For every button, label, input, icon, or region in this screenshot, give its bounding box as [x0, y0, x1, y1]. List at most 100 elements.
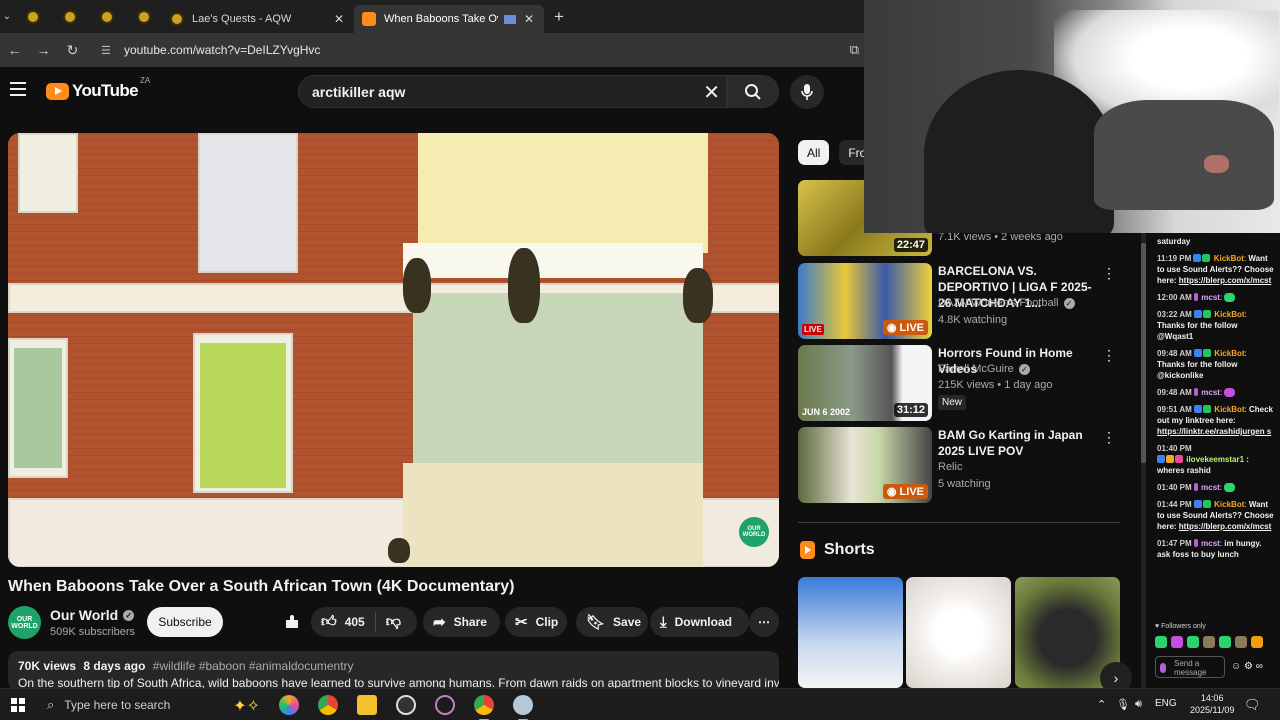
clear-search-icon[interactable]: ✕	[703, 80, 720, 105]
search-button[interactable]	[727, 75, 779, 108]
chat-input-placeholder: Send a message	[1174, 659, 1207, 677]
like-count[interactable]: 405	[345, 615, 365, 629]
pinned-tab[interactable]	[51, 0, 88, 33]
popout-icon[interactable]: ∞	[1256, 661, 1263, 672]
pinned-tab[interactable]	[125, 0, 162, 33]
share-button[interactable]: ➦ Share	[423, 607, 500, 637]
clip-button[interactable]: ✂ Clip	[505, 607, 567, 637]
media-playing-icon[interactable]	[504, 14, 516, 24]
save-button[interactable]: 🔖︎ Save	[576, 607, 648, 637]
new-tab-button[interactable]: +	[544, 7, 574, 27]
message-user[interactable]: KickBot	[1214, 254, 1244, 263]
more-options-icon[interactable]: ⋮	[1102, 265, 1116, 282]
youtube-logo[interactable]: YouTube ZA	[46, 76, 150, 101]
video-thumbnail[interactable]: JUN 6 2002 31:12	[798, 345, 932, 421]
message-user[interactable]: mcst	[1201, 293, 1220, 302]
emote-icon[interactable]	[1251, 636, 1263, 648]
chat-scrollbar[interactable]	[1141, 233, 1146, 688]
show-hidden-icons[interactable]: ⌃	[1097, 698, 1106, 711]
message-user[interactable]: KickBot	[1214, 310, 1244, 319]
channel-avatar[interactable]: OUR WORLD	[8, 606, 41, 639]
search-input[interactable]: arctikiller aqw ✕	[298, 75, 727, 108]
tab-quests[interactable]: Lae's Quests - AQW ✕	[162, 5, 354, 33]
emote-icon[interactable]	[1203, 636, 1215, 648]
message-user[interactable]: KickBot	[1214, 500, 1244, 509]
chip-all[interactable]: All	[798, 140, 830, 165]
short-thumbnail[interactable]	[906, 577, 1011, 688]
forward-icon[interactable]: →	[29, 42, 58, 58]
volume-icon[interactable]: 🔊︎	[1135, 698, 1142, 711]
emote-icon[interactable]	[1219, 636, 1231, 648]
short-thumbnail[interactable]	[798, 577, 903, 688]
emote-icon[interactable]	[1171, 636, 1183, 648]
message-user[interactable]: mcst	[1201, 539, 1220, 548]
bookmark-icon: 🔖︎	[586, 614, 606, 631]
menu-icon[interactable]	[10, 82, 26, 96]
message-user[interactable]: KickBot	[1214, 405, 1244, 414]
description-box[interactable]: 70K views 8 days ago #wildlife #baboon #…	[8, 651, 779, 691]
channel-name[interactable]: DAZN Women's Football ✓	[938, 297, 1075, 309]
settings-icon[interactable]: ⚙	[1244, 661, 1253, 672]
tab-close-icon[interactable]: ✕	[332, 12, 346, 26]
pinned-tab[interactable]	[88, 0, 125, 33]
taskbar-search-input[interactable]: ⌕ Type here to search ✦✧	[38, 693, 260, 717]
dislike-icon[interactable]: 👎︎	[386, 613, 401, 631]
more-actions-button[interactable]: ⋯	[749, 607, 779, 637]
channel-watermark[interactable]: OUR WORLD	[739, 517, 769, 547]
chrome-app-icon[interactable]	[318, 695, 338, 715]
emoji-icon[interactable]: ☺	[1231, 661, 1241, 672]
download-button[interactable]: ⤓ Download	[650, 607, 749, 637]
url-field[interactable]: ☰ youtube.com/watch?v=DeILZYvgHvc ⧉	[93, 37, 863, 63]
subscribe-button[interactable]: Subscribe	[147, 607, 223, 637]
message-time: 01:47 PM	[1157, 539, 1192, 548]
video-thumbnail[interactable]: LIVE ◉ LIVE	[798, 263, 932, 339]
file-explorer-icon[interactable]	[357, 695, 377, 715]
message-user[interactable]: ilovekeemstar1	[1186, 455, 1244, 464]
language-indicator[interactable]: ENG	[1155, 698, 1177, 709]
reload-icon[interactable]: ↻	[58, 42, 87, 59]
obs-app-icon[interactable]	[396, 695, 416, 715]
back-icon[interactable]: ←	[0, 42, 29, 58]
emote-icon[interactable]	[1155, 636, 1167, 648]
video-thumbnail[interactable]: ◉ LIVE	[798, 427, 932, 503]
video-player[interactable]: OUR WORLD	[8, 133, 779, 567]
message-link[interactable]: https://blerp.com/x/mcst	[1179, 276, 1271, 285]
join-icon[interactable]	[283, 607, 303, 637]
photos-app-icon[interactable]	[279, 695, 299, 715]
more-options-icon[interactable]: ⋮	[1102, 429, 1116, 446]
message-time: 11:19 PM	[1157, 254, 1192, 263]
more-options-icon[interactable]: ⋮	[1102, 347, 1116, 364]
like-icon[interactable]: 👍︎	[321, 613, 337, 631]
pinned-tab[interactable]	[14, 0, 51, 33]
emote-icon[interactable]	[1235, 636, 1247, 648]
recommendation-item[interactable]: ◉ LIVE BAM Go Karting in Japan 2025 LIVE…	[798, 427, 1120, 503]
message-user[interactable]: KickBot	[1214, 349, 1244, 358]
message-user[interactable]: mcst	[1201, 388, 1220, 397]
channel-name[interactable]: Relic	[938, 461, 962, 473]
channel-name[interactable]: Our World ✓	[50, 607, 135, 623]
taskbar-clock[interactable]: 14:06 2025/11/09	[1190, 692, 1234, 716]
tab-youtube-video[interactable]: When Baboons Take Over a ✕	[354, 5, 544, 33]
emote-icon[interactable]	[1187, 636, 1199, 648]
voice-search-button[interactable]	[790, 75, 824, 109]
chat-message-input[interactable]: Send a message	[1155, 656, 1225, 678]
notification-icon[interactable]: 🗨︎	[1244, 697, 1261, 713]
app-icon[interactable]	[435, 695, 455, 715]
app-icon[interactable]	[513, 695, 533, 720]
hashtags[interactable]: #wildlife #baboon #animaldocumentry	[153, 659, 354, 673]
chrome-app-icon[interactable]	[474, 695, 494, 720]
message-user[interactable]: mcst	[1201, 483, 1220, 492]
tab-close-icon[interactable]: ✕	[522, 12, 536, 26]
windows-start-icon[interactable]	[11, 698, 25, 712]
scrollbar-thumb[interactable]	[1141, 243, 1146, 463]
cast-icon[interactable]: ⧉	[850, 42, 859, 58]
recommendation-item[interactable]: JUN 6 2002 31:12 Horrors Found in Home V…	[798, 345, 1120, 421]
microphone-icon[interactable]: 🎙︎	[1116, 698, 1130, 711]
channel-name[interactable]: Farrell McGuire ✓	[938, 363, 1030, 375]
site-info-icon[interactable]: ☰	[101, 44, 115, 57]
message-link[interactable]: https://linktr.ee/rashidjurgen s	[1157, 427, 1271, 436]
tab-search-icon[interactable]: ⌄	[0, 0, 14, 33]
message-link[interactable]: https://blerp.com/x/mcst	[1179, 522, 1271, 531]
recommendation-item[interactable]: LIVE ◉ LIVE BARCELONA VS. DEPORTIVO | LI…	[798, 263, 1120, 339]
search-highlight-icon[interactable]: ✦✧	[233, 696, 260, 716]
